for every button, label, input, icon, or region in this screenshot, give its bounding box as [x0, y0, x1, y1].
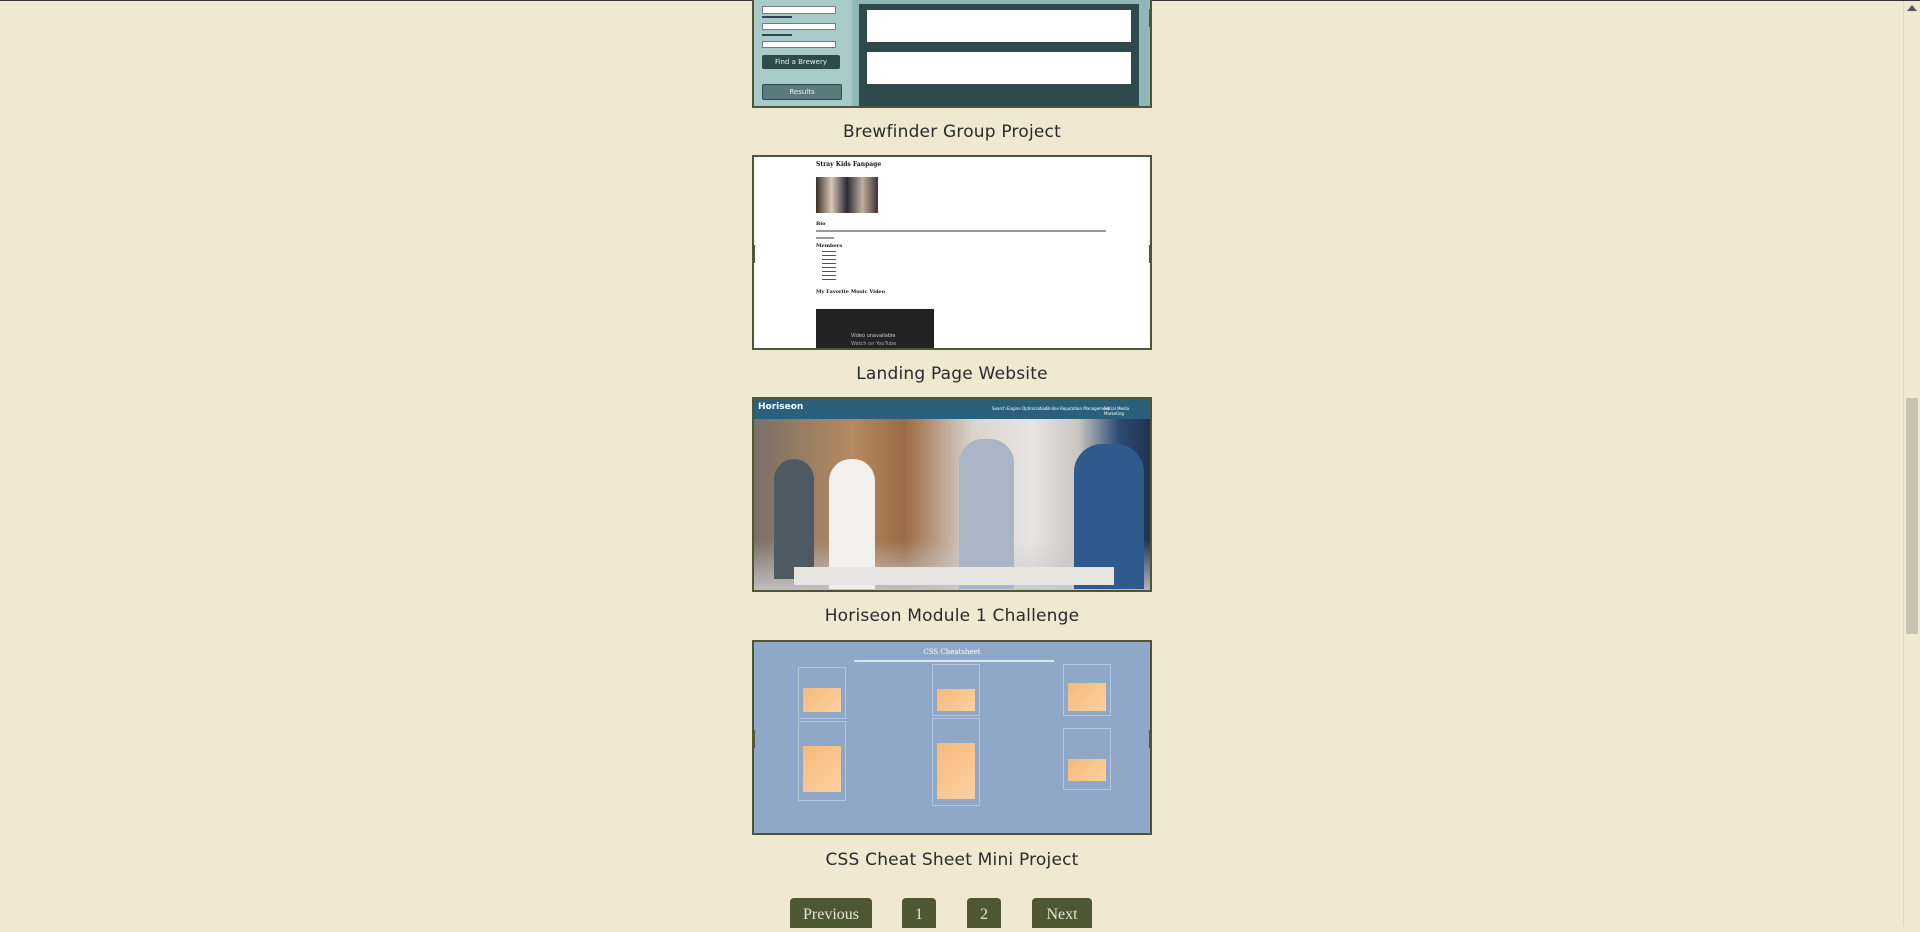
- brewfinder-results-button: Results: [762, 84, 842, 100]
- project-title: CSS Cheat Sheet Mini Project: [825, 850, 1079, 870]
- portfolio-gallery: Find a Brewery Results Brewfinder Group …: [0, 0, 1904, 928]
- project-thumbnail-landing-page[interactable]: Stray Kids Fanpage Bio Members My Favori…: [752, 155, 1152, 350]
- project-title: Horiseon Module 1 Challenge: [824, 606, 1080, 626]
- brewfinder-find-button: Find a Brewery: [762, 55, 840, 69]
- pagination: Previous 1 2 Next: [0, 898, 1904, 928]
- vertical-scrollbar[interactable]: [1903, 1, 1920, 926]
- scrollbar-thumb[interactable]: [1906, 398, 1918, 634]
- project-thumbnail-css-cheatsheet[interactable]: CSS Cheatsheet: [752, 640, 1152, 835]
- previous-page-button[interactable]: Previous: [790, 898, 872, 928]
- project-thumbnail-horiseon[interactable]: Horiseon Search Engine Optimization Onli…: [752, 397, 1152, 592]
- hero-image: [754, 419, 1150, 590]
- project-thumbnail-brewfinder[interactable]: Find a Brewery Results: [752, 0, 1152, 108]
- scroll-up-arrow-icon[interactable]: [1907, 5, 1917, 11]
- page-2-button[interactable]: 2: [967, 898, 1001, 928]
- band-photo: [816, 177, 878, 213]
- next-page-button[interactable]: Next: [1032, 898, 1092, 928]
- project-title: Brewfinder Group Project: [843, 122, 1061, 142]
- project-title: Landing Page Website: [856, 364, 1048, 384]
- page-1-button[interactable]: 1: [902, 898, 936, 928]
